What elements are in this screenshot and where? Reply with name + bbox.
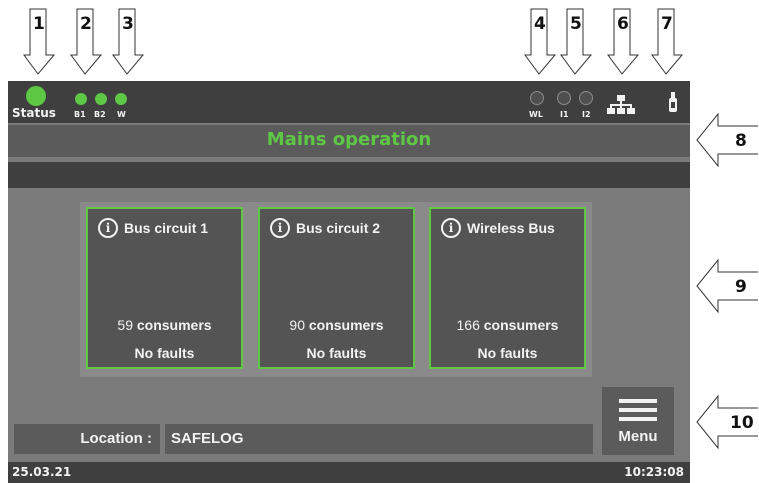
info-icon[interactable]: i [270, 218, 290, 238]
bus-card[interactable]: i Bus circuit 2 90 consumers No faults [258, 207, 415, 369]
consumer-count: 166 consumers [456, 317, 559, 333]
status-bar: Status B1 B2 W WL I1 I2 [8, 81, 690, 123]
callout-number: 3 [122, 14, 134, 34]
fault-status: No faults [306, 345, 367, 361]
callout-number: 1 [33, 14, 45, 34]
bus-1-label: B1 [74, 110, 86, 119]
callout-arrow-left-icon [696, 113, 758, 167]
wl-label: WL [529, 110, 543, 119]
message-bar [8, 162, 690, 188]
bus-card-area: i Bus circuit 1 59 consumers No faults i… [80, 202, 592, 377]
callout-number: 10 [730, 413, 754, 433]
input-1-led-icon [557, 91, 571, 105]
fault-status: No faults [134, 345, 195, 361]
callout-number: 6 [617, 14, 629, 34]
callout-arrow-left-icon [696, 259, 758, 313]
date-display: 25.03.21 [12, 465, 72, 479]
info-icon[interactable]: i [441, 218, 461, 238]
input-1-label: I1 [560, 110, 569, 119]
fault-status: No faults [477, 345, 538, 361]
location-value: SAFELOG [165, 424, 593, 454]
usb-icon [669, 92, 677, 112]
input-2-label: I2 [582, 110, 591, 119]
callout-number: 7 [661, 14, 673, 34]
device-screen: Status B1 B2 W WL I1 I2 Mains operation … [8, 81, 690, 483]
bus-card[interactable]: i Bus circuit 1 59 consumers No faults [86, 207, 243, 369]
network-icon [607, 95, 635, 114]
bus-2-label: B2 [94, 110, 106, 119]
hamburger-icon [619, 408, 657, 412]
wireless-label: W [117, 110, 126, 119]
callout-number: 5 [570, 14, 582, 34]
page-title: Mains operation [8, 125, 690, 157]
consumer-count: 90 consumers [289, 317, 384, 333]
callout-number: 4 [534, 14, 546, 34]
wireless-led-icon [115, 93, 127, 105]
hamburger-icon [619, 399, 657, 403]
hamburger-icon [619, 417, 657, 421]
time-display: 10:23:08 [624, 465, 684, 479]
callout-number: 9 [735, 277, 747, 297]
status-led-icon [26, 86, 46, 106]
footer-bar: 25.03.21 10:23:08 [8, 462, 690, 483]
input-2-led-icon [579, 91, 593, 105]
menu-button[interactable]: Menu [602, 387, 674, 455]
callout-number: 2 [80, 14, 92, 34]
bus-card-title: Wireless Bus [467, 220, 555, 236]
bus-card[interactable]: i Wireless Bus 166 consumers No faults [429, 207, 586, 369]
bus-2-led-icon [95, 93, 107, 105]
consumer-count: 59 consumers [117, 317, 212, 333]
menu-label: Menu [618, 428, 658, 445]
wl-led-icon [530, 91, 544, 105]
bus-1-led-icon [75, 93, 87, 105]
location-label: Location : [14, 424, 160, 454]
bus-card-title: Bus circuit 2 [296, 220, 381, 236]
info-icon[interactable]: i [98, 218, 118, 238]
callout-number: 8 [735, 131, 747, 151]
status-label: Status [12, 106, 56, 120]
bus-card-title: Bus circuit 1 [124, 220, 209, 236]
